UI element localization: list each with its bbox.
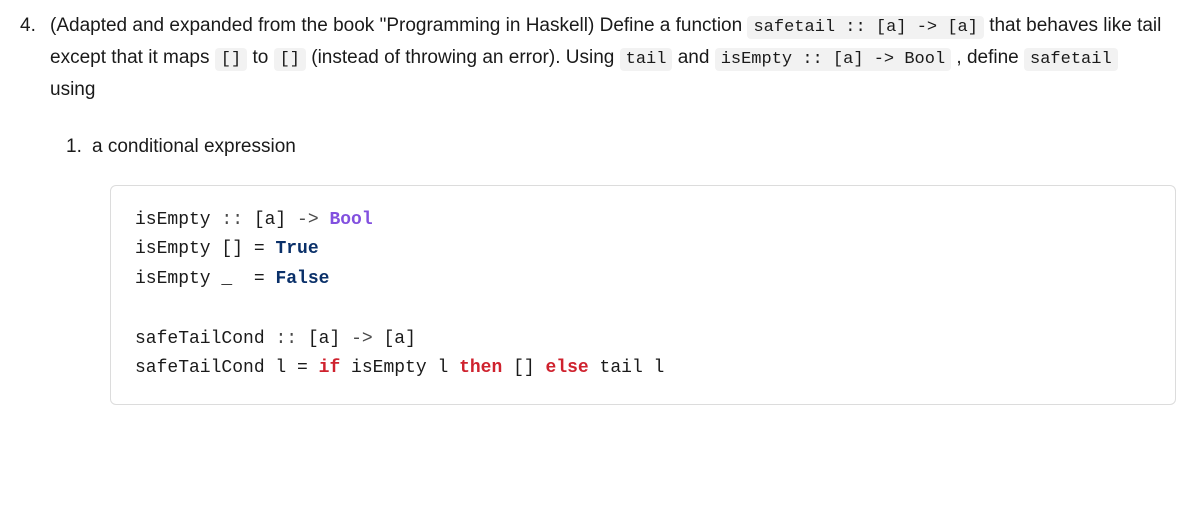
sub-text: a conditional expression	[92, 131, 296, 162]
inline-code: []	[274, 48, 306, 71]
code-token: safeTailCond	[135, 329, 275, 349]
code-token: ::	[275, 329, 307, 349]
code-token: isEmpty _ =	[135, 269, 275, 289]
code-token: then	[459, 358, 502, 378]
text: and	[678, 47, 715, 68]
code-token: ->	[351, 329, 383, 349]
code-token: isEmpty l	[340, 358, 459, 378]
text: (instead of throwing an error). Using	[311, 47, 619, 68]
list-item-4: 4. (Adapted and expanded from the book "…	[20, 10, 1180, 405]
code-token: isEmpty	[135, 210, 221, 230]
sub-list: 1. a conditional expression isEmpty :: […	[50, 131, 1180, 404]
code-token: Bool	[329, 210, 372, 230]
code-token: [a]	[254, 210, 297, 230]
list-content: (Adapted and expanded from the book "Pro…	[50, 10, 1180, 405]
inline-code: tail	[620, 48, 673, 71]
code-token: safeTailCond l =	[135, 358, 319, 378]
code-token: ::	[221, 210, 253, 230]
inline-code: safetail	[1024, 48, 1118, 71]
inline-code: safetail :: [a] -> [a]	[747, 16, 983, 39]
code-token: []	[502, 358, 545, 378]
code-token: True	[275, 239, 318, 259]
code-token: else	[546, 358, 589, 378]
text: using	[50, 74, 1180, 105]
sub-number: 1.	[66, 131, 92, 162]
text: to	[252, 47, 273, 68]
text: (Adapted and expanded from the book "Pro…	[50, 15, 747, 36]
code-token: isEmpty [] =	[135, 239, 275, 259]
problem-statement: (Adapted and expanded from the book "Pro…	[50, 10, 1180, 105]
code-token: False	[275, 269, 329, 289]
sub-item-1: 1. a conditional expression	[66, 131, 1180, 162]
list-number: 4.	[20, 10, 50, 41]
inline-code: isEmpty :: [a] -> Bool	[715, 48, 951, 71]
code-block: isEmpty :: [a] -> Bool isEmpty [] = True…	[110, 185, 1176, 405]
code-token: [a]	[308, 329, 351, 349]
code-token: [a]	[383, 329, 415, 349]
code-token: tail l	[589, 358, 665, 378]
inline-code: []	[215, 48, 247, 71]
code-token: if	[319, 358, 341, 378]
text: , define	[956, 47, 1024, 68]
code-token: ->	[297, 210, 329, 230]
